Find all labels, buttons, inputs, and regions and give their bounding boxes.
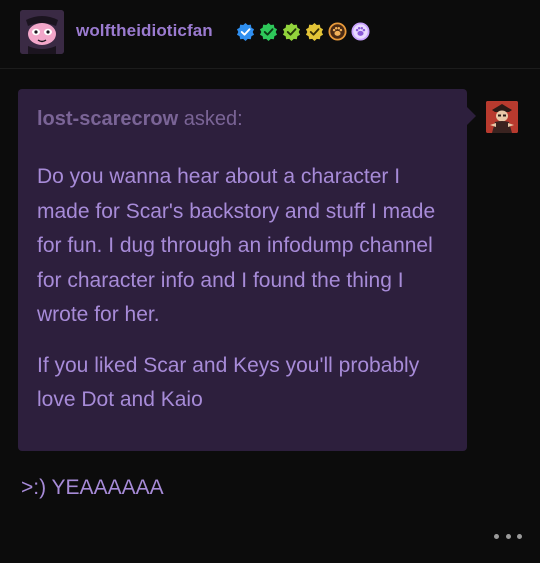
paw-orange-icon[interactable] xyxy=(328,22,347,41)
pink-creature-avatar-icon xyxy=(20,10,64,54)
more-options-icon[interactable] xyxy=(494,527,522,545)
ask-paragraph: Do you wanna hear about a character I ma… xyxy=(37,165,436,326)
blog-avatar[interactable] xyxy=(20,10,64,54)
ask-paragraph: If you liked Scar and Keys you'll probab… xyxy=(37,353,420,412)
ask-body: Do you wanna hear about a character I ma… xyxy=(37,160,457,434)
dot-icon xyxy=(505,533,511,539)
asked-label: asked: xyxy=(178,108,243,130)
dot-icon xyxy=(494,533,499,539)
verified-blue-icon[interactable] xyxy=(236,22,255,41)
post-header: wolftheidioticfan xyxy=(0,0,540,69)
blog-username[interactable]: wolftheidioticfan xyxy=(76,21,213,41)
answer-text: >:) YEAAAAAA xyxy=(21,476,164,499)
paw-purple-icon[interactable] xyxy=(351,22,370,41)
check-green-icon[interactable] xyxy=(259,22,278,41)
badge-list xyxy=(236,22,370,41)
scarecrow-avatar-icon xyxy=(486,101,518,133)
ask-bubble-pointer xyxy=(467,107,476,125)
check-yellow-icon[interactable] xyxy=(305,22,324,41)
asker-avatar[interactable] xyxy=(486,101,518,133)
asker-line: lost-scarecrow asked: xyxy=(37,108,243,131)
asker-username[interactable]: lost-scarecrow xyxy=(37,108,178,130)
dot-icon xyxy=(517,533,522,539)
post-container: wolftheidioticfan lost-scarecrow asked: … xyxy=(0,0,540,563)
check-lime-icon[interactable] xyxy=(282,22,301,41)
